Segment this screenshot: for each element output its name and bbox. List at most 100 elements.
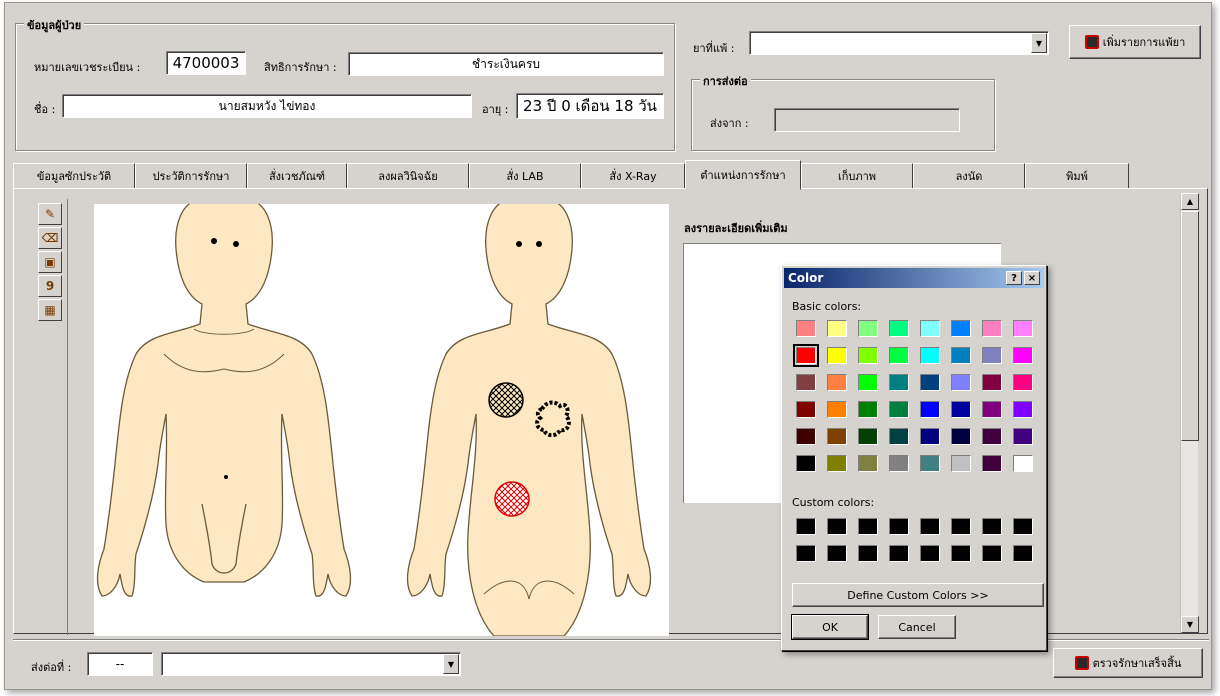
basic-color-swatch[interactable] [951, 374, 971, 391]
basic-color-swatch[interactable] [951, 347, 971, 364]
basic-color-swatch[interactable] [982, 347, 1002, 364]
basic-color-swatch[interactable] [827, 320, 847, 337]
basic-color-swatch[interactable] [1013, 320, 1033, 337]
basic-color-swatch[interactable] [1013, 455, 1033, 472]
chevron-down-icon[interactable]: ▼ [1031, 33, 1047, 53]
fill-icon[interactable]: ▣ [38, 251, 62, 273]
refer-to-code-field[interactable]: -- [87, 652, 153, 676]
custom-color-swatch[interactable] [982, 545, 1002, 562]
basic-color-swatch[interactable] [858, 347, 878, 364]
basic-color-swatch[interactable] [858, 320, 878, 337]
define-custom-colors-button[interactable]: Define Custom Colors >> [792, 583, 1044, 607]
custom-color-swatch[interactable] [951, 545, 971, 562]
cancel-button[interactable]: Cancel [878, 615, 956, 639]
basic-color-swatch[interactable] [796, 455, 816, 472]
basic-color-swatch[interactable] [889, 347, 909, 364]
basic-color-swatch[interactable] [951, 455, 971, 472]
basic-color-swatch[interactable] [951, 428, 971, 445]
basic-color-swatch[interactable] [951, 401, 971, 418]
basic-color-swatch[interactable] [920, 455, 940, 472]
marker-icon[interactable]: 9 [38, 275, 62, 297]
close-icon[interactable]: × [1024, 271, 1040, 285]
finish-treatment-button[interactable]: ตรวจรักษาเสร็จสิ้น [1053, 648, 1203, 678]
basic-color-swatch[interactable] [858, 374, 878, 391]
basic-color-swatch[interactable] [920, 347, 940, 364]
scroll-up-icon[interactable]: ▲ [1181, 193, 1199, 210]
eraser-icon[interactable]: ⌫ [38, 227, 62, 249]
basic-color-swatch[interactable] [858, 428, 878, 445]
tab-8[interactable]: ลงนัด [913, 163, 1025, 189]
basic-color-swatch[interactable] [982, 401, 1002, 418]
custom-color-swatch[interactable] [920, 545, 940, 562]
basic-color-swatch[interactable] [827, 401, 847, 418]
custom-color-swatch[interactable] [796, 518, 816, 535]
help-icon[interactable]: ? [1006, 271, 1022, 285]
basic-color-swatch[interactable] [889, 374, 909, 391]
basic-color-swatch[interactable] [889, 455, 909, 472]
tab-1[interactable]: ประวัติการรักษา [135, 163, 247, 189]
palette-icon[interactable]: ▦ [38, 299, 62, 321]
basic-color-swatch[interactable] [982, 374, 1002, 391]
tab-7[interactable]: เก็บภาพ [801, 163, 913, 189]
basic-color-swatch[interactable] [827, 347, 847, 364]
allergy-combo[interactable]: ▼ [749, 31, 1049, 55]
tab-9[interactable]: พิมพ์ [1025, 163, 1129, 189]
scroll-down-icon[interactable]: ▼ [1181, 616, 1199, 633]
basic-color-swatch[interactable] [827, 428, 847, 445]
scroll-thumb[interactable] [1181, 211, 1199, 441]
basic-color-swatch[interactable] [889, 320, 909, 337]
basic-color-swatch[interactable] [1013, 401, 1033, 418]
custom-color-swatch[interactable] [827, 545, 847, 562]
basic-color-swatch[interactable] [889, 401, 909, 418]
add-drug-allergy-button[interactable]: เพิ่มรายการแพ้ยา [1069, 25, 1201, 59]
custom-color-swatch[interactable] [920, 518, 940, 535]
custom-color-swatch[interactable] [982, 518, 1002, 535]
panel-scrollbar[interactable]: ▲ ▼ [1180, 193, 1199, 633]
age-field[interactable]: 23 ปี 0 เดือน 18 วัน [516, 93, 664, 119]
basic-color-swatch[interactable] [827, 455, 847, 472]
basic-color-swatch[interactable] [796, 401, 816, 418]
custom-color-swatch[interactable] [951, 518, 971, 535]
basic-color-swatch[interactable] [1013, 374, 1033, 391]
basic-color-swatch[interactable] [858, 401, 878, 418]
hn-field[interactable]: 4700003 [166, 51, 246, 75]
custom-color-swatch[interactable] [858, 518, 878, 535]
basic-color-swatch[interactable] [793, 344, 819, 367]
basic-color-swatch[interactable] [951, 320, 971, 337]
basic-color-swatch[interactable] [982, 320, 1002, 337]
custom-color-swatch[interactable] [889, 545, 909, 562]
basic-color-swatch[interactable] [796, 428, 816, 445]
tab-2[interactable]: สั่งเวชภัณฑ์ [247, 163, 347, 189]
custom-color-swatch[interactable] [858, 545, 878, 562]
custom-color-swatch[interactable] [1013, 518, 1033, 535]
basic-color-swatch[interactable] [796, 374, 816, 391]
custom-color-swatch[interactable] [827, 518, 847, 535]
custom-color-swatch[interactable] [889, 518, 909, 535]
ok-button[interactable]: OK [791, 614, 869, 640]
tab-0[interactable]: ข้อมูลซักประวัติ [13, 163, 135, 189]
basic-color-swatch[interactable] [889, 428, 909, 445]
basic-color-swatch[interactable] [920, 428, 940, 445]
tab-5[interactable]: สั่ง X-Ray [581, 163, 685, 189]
treatment-right-field[interactable]: ชำระเงินครบ [348, 52, 664, 76]
basic-color-swatch[interactable] [858, 455, 878, 472]
tab-3[interactable]: ลงผลวินิจฉัย [347, 163, 469, 189]
custom-color-swatch[interactable] [796, 545, 816, 562]
chevron-down-icon[interactable]: ▼ [443, 654, 459, 674]
tab-4[interactable]: สั่ง LAB [469, 163, 581, 189]
basic-color-swatch[interactable] [1013, 347, 1033, 364]
refer-to-combo[interactable]: ▼ [161, 652, 461, 676]
basic-color-swatch[interactable] [982, 455, 1002, 472]
pencil-icon[interactable]: ✎ [38, 203, 62, 225]
basic-color-swatch[interactable] [827, 374, 847, 391]
name-field[interactable]: นายสมหวัง ไข่ทอง [62, 94, 472, 118]
basic-color-swatch[interactable] [1013, 428, 1033, 445]
basic-color-swatch[interactable] [920, 401, 940, 418]
basic-color-swatch[interactable] [920, 374, 940, 391]
basic-color-swatch[interactable] [920, 320, 940, 337]
custom-color-swatch[interactable] [1013, 545, 1033, 562]
body-diagram-canvas[interactable] [94, 204, 669, 636]
basic-color-swatch[interactable] [796, 320, 816, 337]
basic-color-swatch[interactable] [982, 428, 1002, 445]
tab-6[interactable]: ตำแหน่งการรักษา [685, 160, 801, 190]
